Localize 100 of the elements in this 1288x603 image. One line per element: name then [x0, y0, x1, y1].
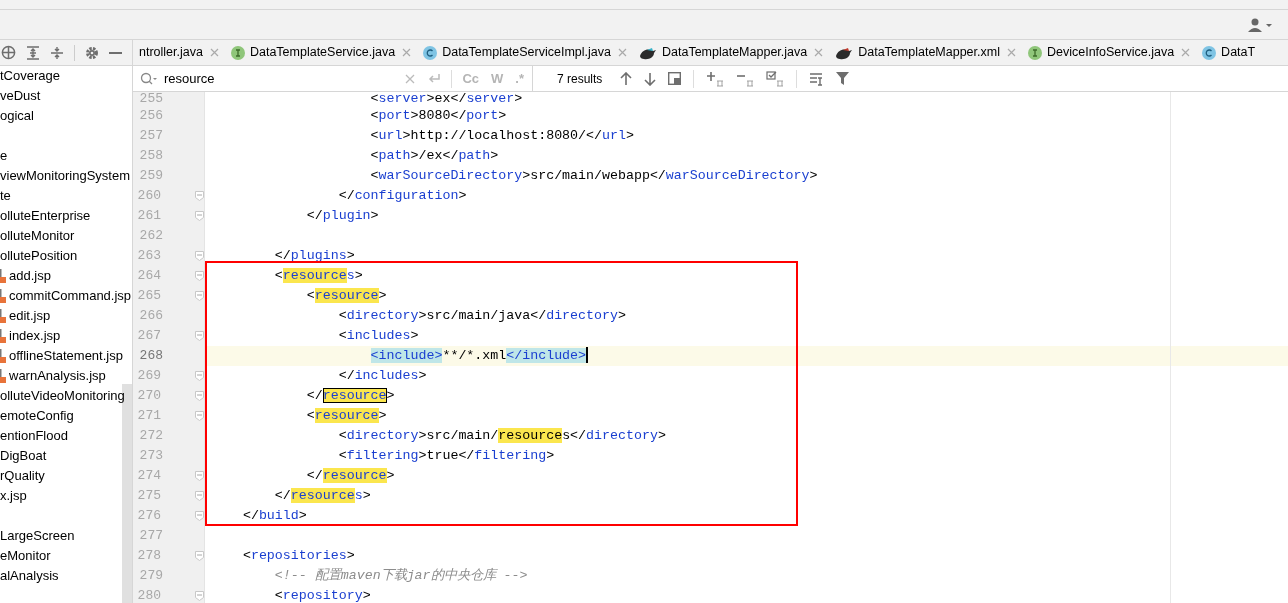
tree-item[interactable]: alAnalysis	[0, 566, 59, 586]
filter-icon[interactable]	[836, 72, 850, 85]
locate-icon[interactable]	[1, 45, 16, 60]
file-tab[interactable]: DeviceInfoService.java	[1021, 40, 1197, 65]
code-line: <warSourceDirectory>src/main/webapp</warSourceDirectory>	[369, 167, 818, 185]
code-line: <path>/ex</path>	[369, 147, 499, 165]
fold-icon[interactable]	[195, 591, 204, 601]
close-icon[interactable]	[1006, 48, 1016, 57]
bird-icon	[639, 45, 657, 60]
tree-item[interactable]: olluteVideoMonitoring	[0, 386, 125, 406]
jsp-file-icon	[0, 309, 6, 323]
tree-item[interactable]: offlineStatement.jsp	[9, 346, 123, 366]
expand-all-icon[interactable]	[26, 45, 40, 60]
line-number: 259	[138, 167, 163, 185]
tree-item[interactable]: commitCommand.jsp	[9, 286, 132, 306]
tree-item[interactable]: tCoverage	[0, 66, 60, 86]
class-icon	[1202, 45, 1217, 60]
tree-item[interactable]: eMonitor	[0, 546, 51, 566]
arrow-down-icon[interactable]	[644, 71, 657, 86]
fold-icon[interactable]	[195, 551, 204, 561]
scrollbar[interactable]	[122, 384, 132, 603]
fold-icon[interactable]	[195, 251, 204, 261]
fold-icon[interactable]	[195, 471, 204, 481]
newline-icon[interactable]	[427, 72, 442, 85]
fold-icon[interactable]	[195, 191, 204, 201]
file-tab[interactable]: DataTemplateMapper.xml	[829, 40, 1022, 65]
fold-icon[interactable]	[195, 331, 204, 341]
code-line: </resource>	[305, 467, 395, 485]
interface-icon	[230, 45, 245, 60]
interface-icon	[1027, 45, 1042, 60]
tree-item[interactable]: warnAnalysis.jsp	[9, 366, 106, 386]
tree-item[interactable]: x.jsp	[0, 486, 27, 506]
tree-item[interactable]: te	[0, 186, 11, 206]
tree-item[interactable]: LargeScreen	[0, 526, 75, 546]
close-icon[interactable]	[618, 48, 627, 57]
bird-icon	[835, 45, 854, 60]
fold-icon[interactable]	[195, 371, 204, 381]
add-occurrence-icon[interactable]	[706, 70, 725, 87]
line-number: 263	[136, 247, 161, 265]
arrow-up-icon[interactable]	[620, 71, 633, 86]
code-line: <directory>src/main/resources</directory>	[337, 427, 666, 445]
tree-item[interactable]: add.jsp	[9, 266, 51, 286]
tree-item[interactable]: ogical	[0, 106, 34, 126]
close-icon[interactable]	[209, 48, 219, 57]
line-number: 279	[138, 567, 163, 585]
clear-icon[interactable]	[405, 73, 416, 84]
file-tab[interactable]: ntroller.java	[133, 40, 225, 65]
tree-item[interactable]: rQuality	[0, 466, 45, 486]
line-number: 275	[136, 487, 161, 505]
select-all-occurrences-icon[interactable]	[766, 70, 785, 87]
fold-icon[interactable]	[195, 291, 204, 301]
code-line: </resources>	[273, 487, 371, 505]
fold-icon[interactable]	[195, 391, 204, 401]
collapse-all-icon[interactable]	[50, 45, 64, 60]
fold-icon[interactable]	[195, 511, 204, 521]
window-icon[interactable]	[668, 72, 682, 85]
close-icon[interactable]	[402, 48, 412, 57]
tree-item[interactable]: edit.jsp	[9, 306, 51, 326]
tree-item[interactable]: olluteEnterprise	[0, 206, 91, 226]
tree-item[interactable]: e	[0, 146, 8, 166]
search-icon	[140, 71, 158, 86]
filter-lines-icon[interactable]	[809, 71, 825, 86]
tree-item[interactable]: emoteConfig	[0, 406, 74, 426]
user-icon[interactable]	[1248, 17, 1274, 32]
code-line: <includes>	[337, 327, 419, 345]
code-line: </build>	[241, 507, 307, 525]
fold-icon[interactable]	[195, 211, 204, 221]
tree-item[interactable]: ollutePosition	[0, 246, 78, 266]
tree-item[interactable]: index.jsp	[9, 326, 61, 346]
line-number: 256	[138, 107, 163, 125]
tree-item[interactable]: DigBoat	[0, 446, 47, 466]
tree-item[interactable]: viewMonitoringSystem	[0, 166, 131, 186]
file-tab[interactable]: DataT	[1196, 40, 1262, 65]
line-number: 257	[138, 127, 163, 145]
search-field[interactable]: resource Cc W .*	[133, 66, 533, 91]
line-number: 274	[136, 467, 161, 485]
fold-icon[interactable]	[195, 491, 204, 501]
tree-item[interactable]: olluteMonitor	[0, 226, 75, 246]
line-number: 264	[136, 267, 161, 285]
code-line: <port>8080</port>	[369, 107, 507, 125]
jsp-file-icon	[0, 269, 6, 283]
code-line: <resource>	[305, 407, 387, 425]
code-line: <repositories>	[241, 547, 355, 565]
close-icon[interactable]	[814, 48, 824, 57]
settings-icon[interactable]	[85, 45, 99, 60]
file-tab[interactable]: DataTemplateServiceImpl.java	[417, 40, 633, 65]
line-number: 266	[138, 307, 163, 325]
code-line: </plugin>	[305, 207, 379, 225]
tree-item[interactable]: entionFlood	[0, 426, 68, 446]
line-number: 272	[138, 427, 163, 445]
file-tab[interactable]: DataTemplateService.java	[224, 40, 418, 65]
code-line: <!-- 配置maven下载jar的中央仓库 -->	[273, 567, 528, 585]
close-icon[interactable]	[1181, 48, 1191, 57]
jsp-file-icon	[0, 369, 6, 383]
file-tab[interactable]: DataTemplateMapper.java	[633, 40, 830, 65]
line-number: 276	[136, 507, 161, 525]
code-line: <directory>src/main/java</directory>	[337, 307, 626, 325]
fold-icon[interactable]	[195, 411, 204, 421]
tree-item[interactable]: veDust	[0, 86, 41, 106]
fold-icon[interactable]	[195, 271, 204, 281]
